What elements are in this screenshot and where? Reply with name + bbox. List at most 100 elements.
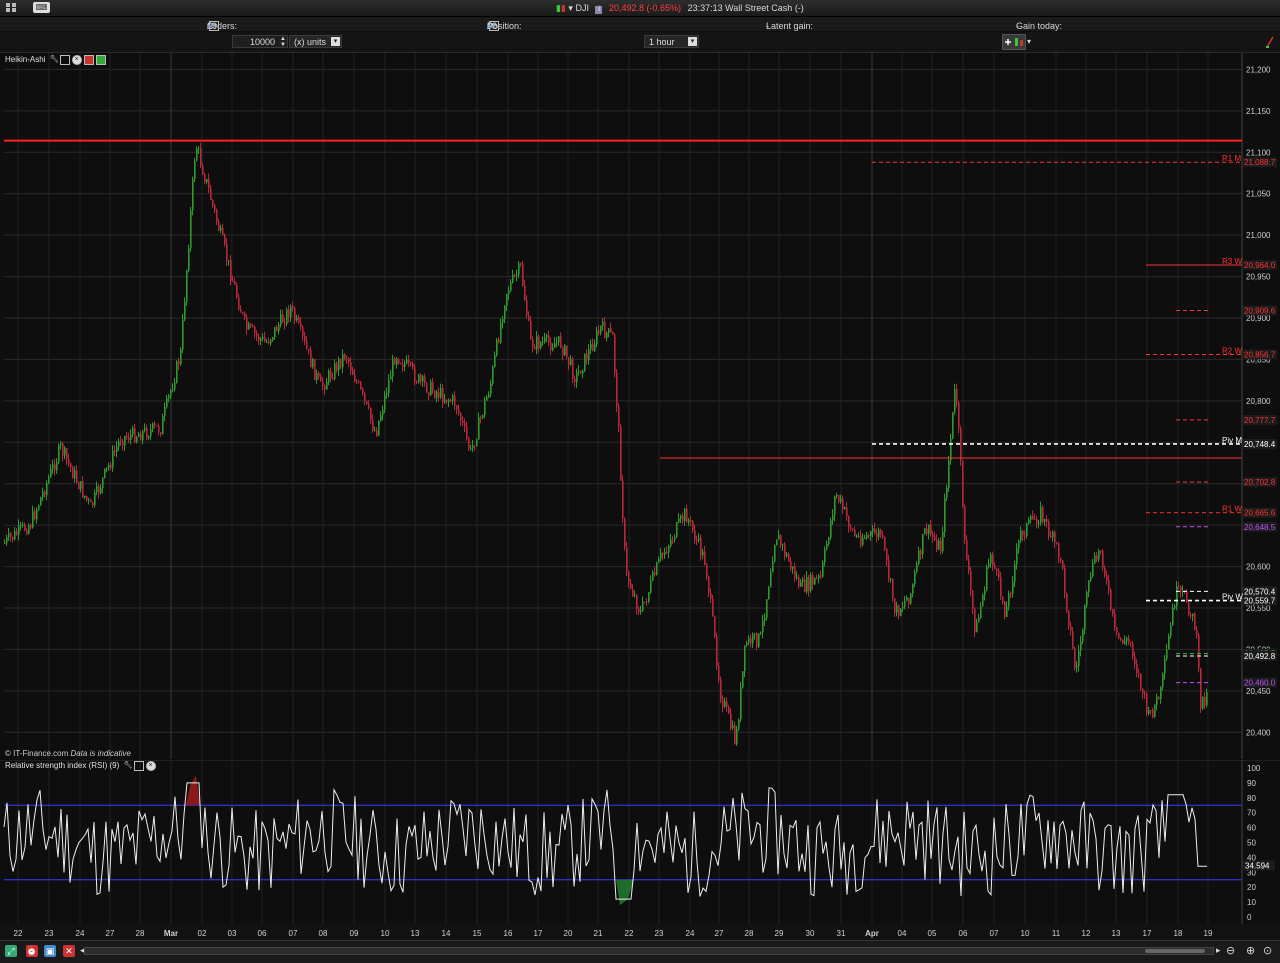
candle: [186, 269, 188, 306]
candle: [868, 533, 870, 539]
window-icon[interactable]: [133, 761, 144, 771]
candle: [1204, 692, 1206, 710]
candle: [810, 572, 812, 593]
instrument-name: Wall Street Cash (-): [725, 3, 804, 13]
wrench-icon[interactable]: 🔧︎: [50, 56, 59, 64]
candle: [1002, 596, 1004, 605]
chart-tools-icon[interactable]: [1002, 34, 1026, 50]
scroll-thumb[interactable]: [1145, 949, 1205, 953]
candle: [62, 441, 64, 462]
candle: [716, 632, 718, 670]
ticker-symbol[interactable]: DJI: [575, 3, 589, 13]
candle: [792, 566, 794, 574]
candle: [870, 530, 872, 542]
link-icon[interactable]: ∞: [207, 21, 213, 31]
date-tick-label: 06: [959, 929, 968, 938]
zoom-out-icon[interactable]: ⊖: [1226, 944, 1235, 957]
candle: [404, 360, 406, 371]
zoom-in-icon[interactable]: ⊕: [1246, 944, 1255, 957]
timeframe-select[interactable]: 1 hour ▾: [644, 35, 699, 48]
candle: [368, 400, 370, 410]
candle: [1194, 611, 1196, 631]
green-square-icon[interactable]: [95, 55, 106, 65]
candle: [1116, 626, 1118, 636]
candle: [632, 584, 634, 597]
latent-value: -: [766, 21, 769, 31]
gain-label: Gain today:: [1016, 21, 1063, 31]
candle: [892, 578, 894, 602]
info-icon[interactable]: i: [595, 6, 603, 14]
link-icon[interactable]: ∞: [487, 21, 493, 31]
keyboard-icon[interactable]: ⌨: [33, 2, 50, 13]
chevron-down-icon[interactable]: ▾: [688, 37, 697, 46]
gain-value: -: [1016, 21, 1019, 31]
close-icon[interactable]: ×: [71, 55, 82, 65]
zoom-reset-icon[interactable]: ⊙: [1263, 944, 1272, 957]
candle: [946, 484, 948, 502]
chart-scrollbar[interactable]: [84, 947, 1214, 955]
candle: [356, 378, 358, 385]
candle: [914, 569, 916, 588]
price-badge: 20,570.4: [1243, 586, 1277, 597]
price-chart[interactable]: 21,200 21,150 21,100 21,050 21,000 20,950 20,9…: [0, 53, 1280, 759]
quantity-input[interactable]: 10000 ▲ ▼: [232, 35, 288, 48]
candle: [494, 351, 496, 368]
candle: [140, 430, 142, 441]
zoom-fit-icon[interactable]: ⤢: [5, 945, 17, 957]
date-tick-label: 18: [1174, 929, 1183, 938]
scroll-right-icon[interactable]: ▸: [1216, 945, 1221, 956]
candle: [1120, 636, 1122, 642]
candle: [44, 489, 46, 498]
candle: [456, 404, 458, 415]
candle: [1200, 668, 1202, 713]
chevron-down-icon[interactable]: ▾: [331, 37, 340, 46]
candle: [222, 223, 224, 236]
candle: [1202, 696, 1204, 711]
close-chart-icon[interactable]: ✕: [63, 945, 75, 957]
unit-select[interactable]: (x) units ▾: [289, 35, 342, 48]
candle: [444, 393, 446, 404]
red-square-icon[interactable]: [83, 55, 94, 65]
draw-tool-icon[interactable]: [1265, 35, 1275, 48]
rsi-chart[interactable]: 100908070605040302010034.594: [0, 759, 1280, 924]
candle: [1078, 644, 1080, 672]
candle: [962, 460, 964, 509]
candle: [196, 146, 198, 162]
candle: [86, 495, 88, 502]
candle: [1110, 588, 1112, 612]
candle: [446, 399, 448, 404]
candle: [906, 595, 908, 601]
candle: [352, 366, 354, 375]
orders-bar: Orders: 0 ≡ / 0 ∞ Position: 0 ≡ / 0 ∞ La…: [0, 17, 1280, 31]
candle: [472, 439, 474, 453]
candle: [680, 514, 682, 524]
stepper-icon[interactable]: ▲ ▼: [280, 36, 286, 48]
candle: [58, 443, 60, 465]
candle: [1174, 604, 1176, 611]
date-tick-label: 17: [1143, 929, 1152, 938]
candle: [928, 524, 930, 540]
date-tick-label: 31: [837, 929, 846, 938]
window-icon[interactable]: [59, 55, 70, 65]
grid-icon[interactable]: [6, 3, 16, 12]
candle: [1094, 552, 1096, 565]
chevron-down-icon[interactable]: ▾: [1027, 37, 1031, 46]
candle: [1042, 505, 1044, 524]
candle: [866, 531, 868, 541]
close-icon[interactable]: ×: [145, 761, 156, 771]
candle: [38, 504, 40, 511]
candle: [824, 546, 826, 567]
candle: [76, 465, 78, 484]
candle: [1108, 574, 1110, 595]
wrench-icon[interactable]: 🔧︎: [124, 762, 133, 770]
alert-icon[interactable]: ⏰: [26, 945, 38, 957]
candle: [1052, 530, 1054, 542]
candle: [480, 415, 482, 424]
candle: [438, 387, 440, 402]
candle: [1096, 551, 1098, 563]
window-layout-icon[interactable]: ▣: [44, 945, 56, 957]
chevron-down-icon[interactable]: ▾: [568, 3, 573, 13]
candle: [706, 562, 708, 581]
candle: [312, 357, 314, 370]
candle: [528, 311, 530, 322]
